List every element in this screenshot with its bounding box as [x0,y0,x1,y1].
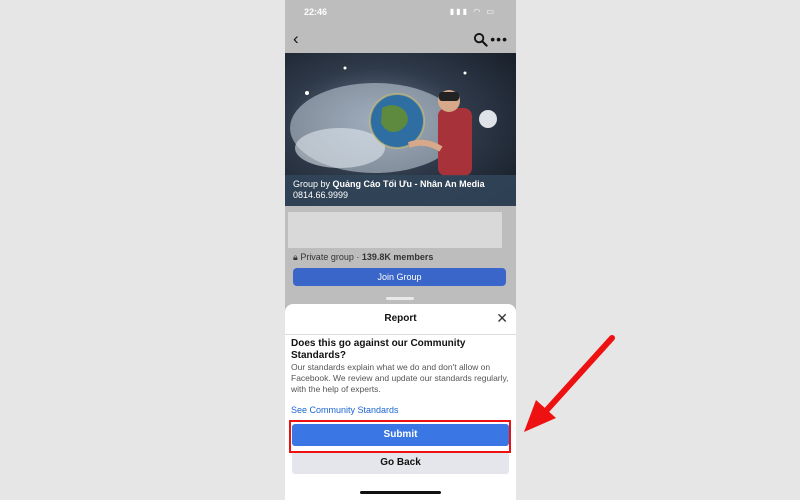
red-arrow-icon [524,335,615,432]
